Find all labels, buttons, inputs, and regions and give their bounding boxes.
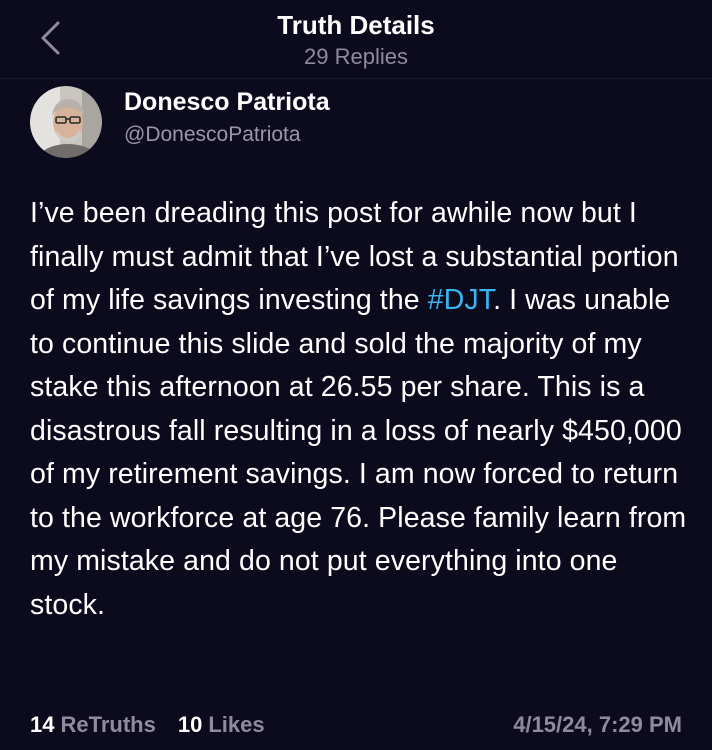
- header-bar: Truth Details 29 Replies: [0, 0, 712, 79]
- author-name[interactable]: Donesco Patriota: [124, 86, 330, 118]
- post-text: I’ve been dreading this post for awhile …: [30, 192, 690, 627]
- author-handle[interactable]: @DonescoPatriota: [124, 120, 330, 150]
- post-timestamp: 4/15/24, 7:29 PM: [513, 712, 682, 737]
- hashtag-link[interactable]: #DJT: [428, 284, 493, 316]
- likes-stat[interactable]: 10 Likes: [178, 712, 265, 738]
- retruths-label: ReTruths: [60, 712, 156, 737]
- avatar[interactable]: [30, 86, 102, 158]
- replies-count[interactable]: 29 Replies: [0, 44, 712, 70]
- likes-count: 10: [177, 712, 203, 737]
- page-title: Truth Details: [277, 10, 435, 40]
- post-stats: 14 ReTruths 10 Likes 4/15/24, 7:29 PM: [30, 710, 682, 740]
- retruths-stat[interactable]: 14 ReTruths: [30, 712, 156, 738]
- retruths-count: 14: [30, 712, 55, 737]
- post-text-after: . I was unable to continue this slide an…: [30, 284, 687, 621]
- post-author: Donesco Patriota @DonescoPatriota: [30, 86, 330, 158]
- likes-label: Likes: [208, 712, 265, 737]
- avatar-image: [30, 86, 102, 158]
